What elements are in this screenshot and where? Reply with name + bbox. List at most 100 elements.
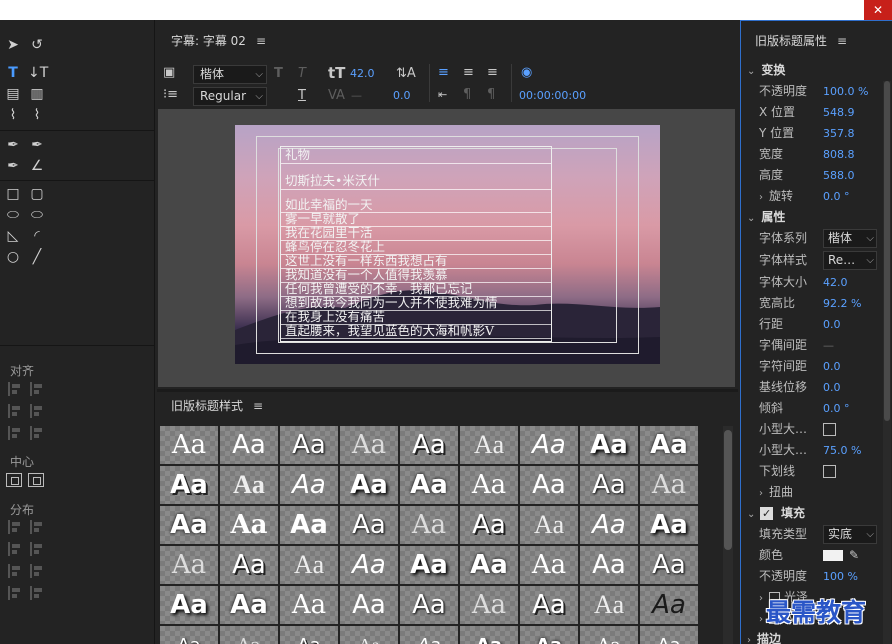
rounded-corner-tool-icon[interactable]: ⬭	[28, 206, 46, 224]
style-swatch[interactable]: Aa	[400, 586, 458, 624]
style-swatch[interactable]: Aa	[340, 626, 398, 644]
style-swatch[interactable]: Aa	[640, 426, 698, 464]
style-swatch[interactable]: Aa	[400, 506, 458, 544]
rotation-value[interactable]: 0.0 °	[823, 186, 850, 207]
style-swatch[interactable]: Aa	[580, 586, 638, 624]
distribute-left-icon[interactable]	[8, 520, 22, 534]
style-swatch[interactable]: Aa	[160, 546, 218, 584]
style-swatch[interactable]: Aa	[340, 466, 398, 504]
smallcaps-size-value[interactable]: 75.0 %	[823, 440, 861, 461]
fill-type-dropdown[interactable]: 实底 ⌵	[823, 525, 877, 544]
center-horizontal-icon[interactable]	[6, 473, 22, 487]
align-left-icon[interactable]	[8, 382, 22, 396]
align-center-h-icon[interactable]	[8, 404, 22, 418]
tracking-value[interactable]: 0.0	[393, 87, 411, 105]
show-background-video-icon[interactable]: ◉	[521, 64, 532, 82]
style-swatch[interactable]: Aa	[220, 546, 278, 584]
slant-value[interactable]: 0.0 °	[823, 398, 850, 419]
style-swatch[interactable]: Aa	[160, 466, 218, 504]
area-type-tool-icon[interactable]: ▤	[4, 85, 22, 103]
section-properties[interactable]: ⌄ 属性	[741, 207, 892, 228]
font-size-value[interactable]: 42.0	[350, 65, 375, 83]
section-fill[interactable]: ⌄ 填充	[741, 503, 892, 524]
tab-stops-icon[interactable]: ⁝≡	[163, 86, 178, 104]
vertical-area-type-tool-icon[interactable]: ▥	[28, 85, 46, 103]
width-value[interactable]: 808.8	[823, 144, 855, 165]
kerning-value[interactable]: —	[351, 87, 362, 105]
font-style-dropdown[interactable]: Re… ⌵	[823, 251, 877, 270]
panel-menu-icon[interactable]: ≡	[256, 34, 266, 48]
properties-menu-icon[interactable]: ≡	[837, 34, 847, 48]
style-swatch[interactable]: Aa	[520, 506, 578, 544]
style-swatch[interactable]: Aa	[280, 626, 338, 644]
style-swatch[interactable]: Aa	[220, 586, 278, 624]
arc-tool-icon[interactable]: ◜	[28, 227, 46, 245]
center-vertical-icon[interactable]	[28, 473, 44, 487]
style-swatch[interactable]: Aa	[640, 506, 698, 544]
distribute-right-icon[interactable]	[8, 564, 22, 578]
style-swatch[interactable]: Aa	[160, 426, 218, 464]
styles-scrollbar[interactable]	[723, 426, 733, 644]
pen-tool-icon[interactable]: ✒	[4, 136, 22, 154]
line-tool-icon[interactable]: ╱	[28, 248, 46, 266]
tab-right-icon[interactable]: ¶	[487, 86, 495, 104]
style-swatch[interactable]: Aa	[340, 586, 398, 624]
underline-checkbox[interactable]	[823, 465, 836, 478]
style-swatch[interactable]: Aa	[340, 426, 398, 464]
styles-panel-menu-icon[interactable]: ≡	[253, 399, 263, 413]
italic-icon[interactable]: T	[298, 65, 306, 83]
tab-left-icon[interactable]: ⇤	[438, 86, 447, 104]
style-swatch[interactable]: Aa	[640, 466, 698, 504]
subtitle-text-box[interactable]: 礼物 切斯拉夫•米沃什 如此幸福的一天 雾一早就散了 我在花园里干活 蜂鸟停在忍…	[280, 146, 552, 342]
style-swatch[interactable]: Aa	[280, 426, 338, 464]
style-swatch[interactable]: Aa	[520, 626, 578, 644]
distribute-bottom-icon[interactable]	[30, 564, 44, 578]
align-right-text-icon[interactable]: ≡	[487, 64, 498, 82]
tracking-prop-value[interactable]: 0.0	[823, 356, 841, 377]
style-swatch[interactable]: Aa	[460, 506, 518, 544]
font-style-select[interactable]: Regular ⌵	[193, 87, 267, 106]
style-swatch[interactable]: Aa	[340, 506, 398, 544]
fill-opacity-value[interactable]: 100 %	[823, 566, 858, 587]
aspect-value[interactable]: 92.2 %	[823, 293, 861, 314]
style-swatch[interactable]: Aa	[160, 506, 218, 544]
style-swatch[interactable]: Aa	[520, 426, 578, 464]
vertical-path-type-tool-icon[interactable]: ⌇	[28, 106, 46, 124]
style-swatch[interactable]: Aa	[340, 546, 398, 584]
baseline-value[interactable]: 0.0	[823, 377, 841, 398]
distribute-h-space-icon[interactable]	[8, 586, 22, 600]
style-swatch[interactable]: Aa	[400, 626, 458, 644]
distribute-v-space-icon[interactable]	[30, 586, 44, 600]
font-size-prop-value[interactable]: 42.0	[823, 272, 848, 293]
path-type-tool-icon[interactable]: ⌇	[4, 106, 22, 124]
distort-row[interactable]: › 扭曲	[741, 482, 892, 503]
style-swatch[interactable]: Aa	[280, 506, 338, 544]
underline-icon[interactable]: T	[298, 87, 306, 105]
style-swatch[interactable]: Aa	[580, 426, 638, 464]
style-swatch[interactable]: Aa	[520, 586, 578, 624]
style-swatch[interactable]: Aa	[220, 626, 278, 644]
style-swatch[interactable]: Aa	[400, 426, 458, 464]
y-position-value[interactable]: 357.8	[823, 123, 855, 144]
rounded-rectangle-tool-icon[interactable]: ▢	[28, 185, 46, 203]
font-family-select[interactable]: 楷体 ⌵	[193, 65, 267, 84]
convert-anchor-tool-icon[interactable]: ∠	[28, 157, 46, 175]
scrollbar-thumb[interactable]	[884, 81, 890, 421]
kerning-prop-value[interactable]: —	[823, 335, 834, 356]
vertical-type-tool-icon[interactable]: ↓T	[28, 64, 48, 82]
style-swatch[interactable]: Aa	[400, 546, 458, 584]
style-swatch[interactable]: Aa	[460, 426, 518, 464]
rotation-row[interactable]: › 旋转 0.0 °	[741, 186, 892, 207]
style-swatch[interactable]: Aa	[220, 506, 278, 544]
style-swatch[interactable]: Aa	[460, 586, 518, 624]
style-swatch[interactable]: Aa	[640, 586, 698, 624]
add-anchor-tool-icon[interactable]: ✒	[4, 157, 22, 175]
style-swatch[interactable]: Aa	[580, 546, 638, 584]
style-swatch[interactable]: Aa	[460, 626, 518, 644]
scrollbar-thumb[interactable]	[724, 430, 732, 550]
align-right-icon[interactable]	[8, 426, 22, 440]
style-swatch[interactable]: Aa	[220, 426, 278, 464]
close-icon[interactable]: ✕	[864, 0, 892, 20]
delete-anchor-tool-icon[interactable]: ✒	[28, 136, 46, 154]
align-bottom-icon[interactable]	[30, 426, 44, 440]
